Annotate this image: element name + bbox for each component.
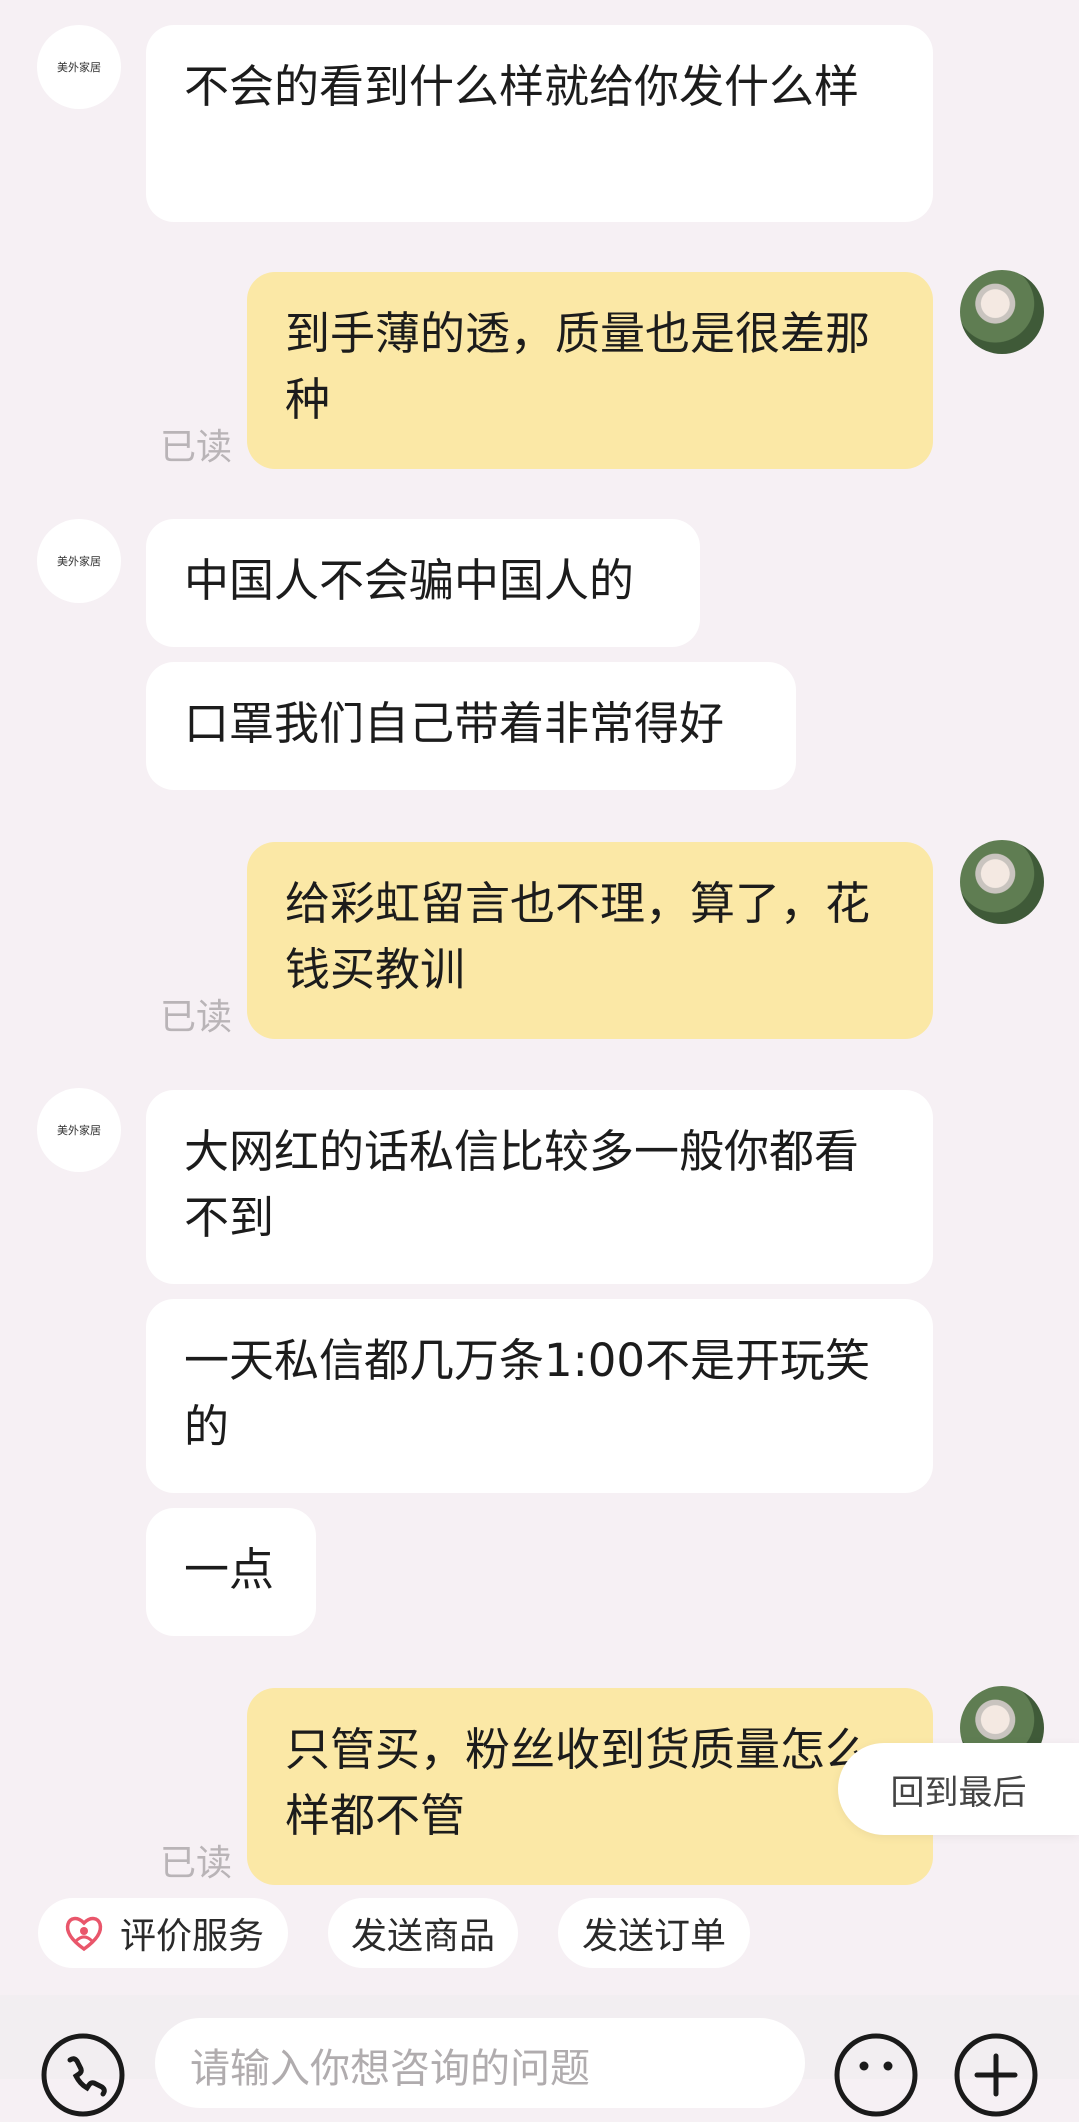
- rate-service-label: 评价服务: [119, 1916, 264, 1957]
- plus-icon[interactable]: [953, 2032, 1039, 2118]
- shop-avatar-text: 美外家居: [57, 61, 101, 74]
- shop-avatar-text: 美外家居: [57, 555, 101, 568]
- message-input[interactable]: 请输入你想咨询的问题: [155, 2018, 805, 2108]
- message-bubble-incoming[interactable]: 不会的看到什么样就给你发什么样: [146, 25, 933, 222]
- message-text: 不会的看到什么样就给你发什么样: [184, 60, 860, 113]
- shop-avatar[interactable]: 美外家居: [37, 25, 121, 109]
- message-text: 给彩虹留言也不理，算了，花钱买教训: [285, 877, 871, 996]
- back-to-latest-button[interactable]: 回到最后: [838, 1743, 1079, 1835]
- message-bubble-incoming[interactable]: 口罩我们自己带着非常得好: [146, 662, 796, 790]
- send-product-button[interactable]: 发送商品: [328, 1898, 518, 1968]
- send-order-label: 发送订单: [581, 1916, 726, 1957]
- message-bubble-incoming[interactable]: 中国人不会骗中国人的: [146, 519, 700, 647]
- message-bubble-outgoing[interactable]: 只管买，粉丝收到货质量怎么样都不管: [247, 1688, 933, 1885]
- message-text: 中国人不会骗中国人的: [184, 554, 635, 607]
- rate-service-button[interactable]: 评价服务: [38, 1898, 288, 1968]
- back-to-latest-label: 回到最后: [890, 1772, 1027, 1813]
- message-text: 一点: [184, 1543, 275, 1596]
- user-avatar[interactable]: [960, 270, 1044, 354]
- heart-people-icon: [62, 1911, 106, 1955]
- send-product-label: 发送商品: [350, 1916, 495, 1957]
- shop-avatar-text: 美外家居: [57, 1124, 101, 1137]
- read-status: 已读: [160, 1843, 233, 1884]
- message-text: 到手薄的透，质量也是很差那种: [285, 307, 871, 426]
- message-text: 只管买，粉丝收到货质量怎么样都不管: [285, 1723, 871, 1842]
- message-text: 口罩我们自己带着非常得好: [184, 697, 725, 750]
- send-order-button[interactable]: 发送订单: [558, 1898, 750, 1968]
- message-bubble-outgoing[interactable]: 到手薄的透，质量也是很差那种: [247, 272, 933, 469]
- message-bubble-incoming[interactable]: 大网红的话私信比较多一般你都看不到: [146, 1090, 933, 1284]
- shop-avatar[interactable]: 美外家居: [37, 1088, 121, 1172]
- read-status: 已读: [160, 427, 233, 468]
- message-bubble-outgoing[interactable]: 给彩虹留言也不理，算了，花钱买教训: [247, 842, 933, 1039]
- message-text: 一天私信都几万条1:00不是开玩笑的: [184, 1334, 871, 1453]
- phone-icon[interactable]: [40, 2032, 126, 2118]
- message-text: 大网红的话私信比较多一般你都看不到: [184, 1125, 860, 1244]
- shop-avatar[interactable]: 美外家居: [37, 519, 121, 603]
- emoji-icon[interactable]: [833, 2032, 919, 2118]
- message-bubble-incoming[interactable]: 一点: [146, 1508, 316, 1636]
- read-status: 已读: [160, 997, 233, 1038]
- message-bubble-incoming[interactable]: 一天私信都几万条1:00不是开玩笑的: [146, 1299, 933, 1493]
- message-input-placeholder: 请输入你想咨询的问题: [190, 2046, 590, 2092]
- user-avatar[interactable]: [960, 840, 1044, 924]
